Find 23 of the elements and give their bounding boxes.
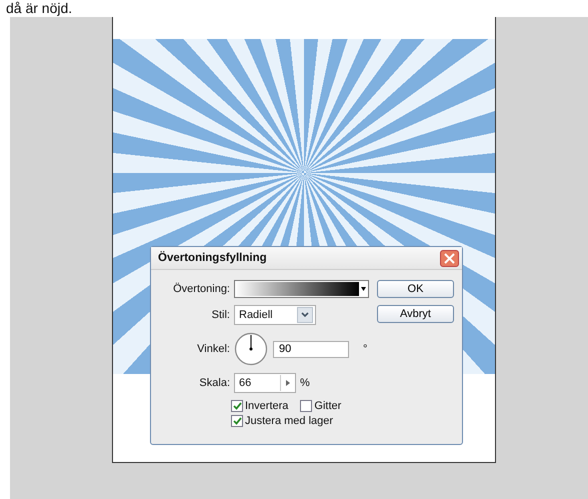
close-button[interactable] bbox=[440, 250, 459, 266]
caret-icon bbox=[361, 287, 366, 291]
checkbox[interactable]: Justera med lager bbox=[231, 415, 334, 427]
percent-unit: % bbox=[300, 377, 310, 389]
chevron-down-icon bbox=[301, 312, 309, 318]
gradient-label: Övertoning: bbox=[172, 283, 231, 295]
degree-unit: ° bbox=[363, 343, 368, 355]
style-dropdown[interactable]: Radiell bbox=[234, 305, 316, 325]
play-icon bbox=[286, 380, 290, 386]
page-text: då är nöjd. bbox=[5, 0, 72, 17]
angle-dial-icon[interactable] bbox=[234, 332, 268, 366]
angle-label: Vinkel: bbox=[196, 343, 231, 355]
scale-input[interactable]: 66 bbox=[234, 373, 296, 393]
dialog-button[interactable]: Avbryt bbox=[377, 305, 454, 323]
dialog-button[interactable]: OK bbox=[377, 280, 454, 298]
style-label: Stil: bbox=[210, 309, 231, 321]
checkbox[interactable]: Invertera bbox=[231, 400, 288, 412]
checkbox[interactable]: Gitter bbox=[300, 400, 342, 412]
scale-label: Skala: bbox=[198, 377, 231, 389]
close-icon bbox=[444, 252, 455, 264]
angle-input[interactable]: 90 bbox=[273, 340, 349, 358]
dialog-title: Övertoningsfyllning bbox=[158, 252, 267, 264]
gradient-picker[interactable] bbox=[234, 280, 369, 298]
